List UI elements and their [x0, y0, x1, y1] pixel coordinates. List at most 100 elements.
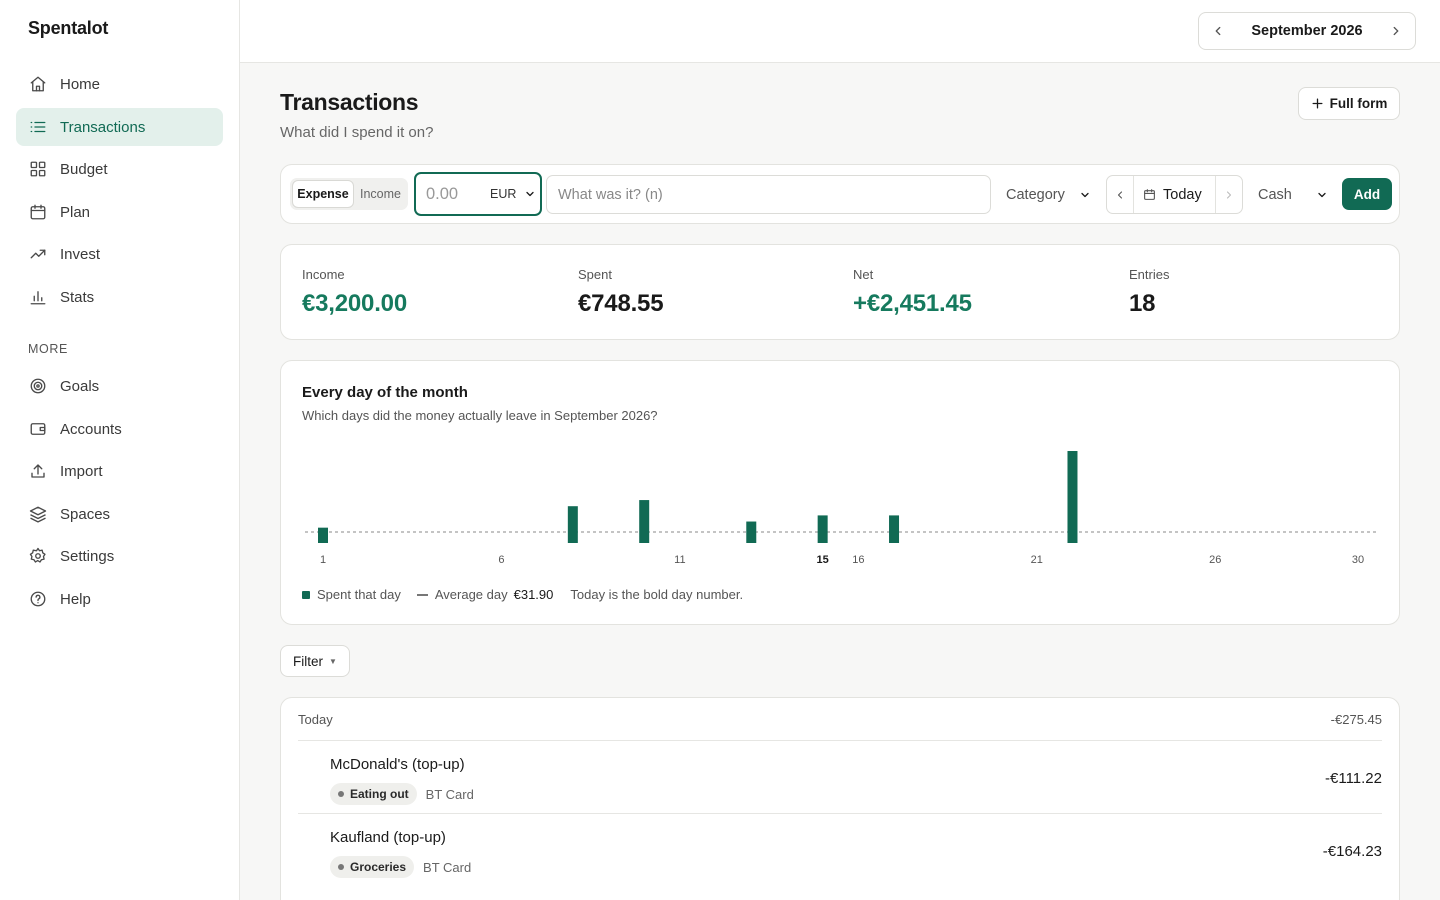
sidebar-item-goals[interactable]: Goals: [16, 367, 223, 405]
bar-day-8[interactable]: [567, 506, 578, 543]
expense-toggle[interactable]: Expense: [292, 180, 354, 208]
sidebar-item-label: Invest: [60, 245, 101, 263]
sidebar-item-label: Budget: [60, 160, 108, 178]
bar-day-22[interactable]: [1067, 451, 1078, 543]
category-dot: [338, 864, 344, 870]
transaction-amount: -€111.22: [1325, 770, 1382, 787]
sidebar-section-more: MORE: [28, 342, 68, 356]
sidebar-item-label: Home: [60, 75, 101, 93]
full-form-button[interactable]: Full form: [1298, 87, 1400, 120]
filter-button[interactable]: Filter ▼: [280, 645, 350, 677]
income-toggle[interactable]: Income: [354, 180, 407, 208]
amount-input[interactable]: 0.00: [426, 185, 490, 204]
transaction-name: McDonald's (top-up): [330, 756, 465, 773]
entries-value: 18: [1129, 290, 1156, 317]
date-group-header: Today -€275.45: [298, 698, 1382, 741]
account-label: Cash: [1258, 186, 1292, 203]
sidebar-item-invest[interactable]: Invest: [16, 235, 223, 273]
help-circle-icon: [28, 589, 48, 609]
chart-legend: Spent that day Average day €31.90 Today …: [302, 587, 743, 602]
daily-spending-chart: Every day of the month Which days did th…: [280, 360, 1400, 625]
x-tick-label: 15: [817, 554, 829, 566]
transaction-row[interactable]: Kaufland (top-up) Groceries BT Card -€16…: [298, 815, 1382, 887]
group-total: -€275.45: [1330, 711, 1382, 727]
sidebar-item-spaces[interactable]: Spaces: [16, 495, 223, 533]
chevron-down-icon: [1079, 189, 1091, 201]
sidebar-item-accounts[interactable]: Accounts: [16, 410, 223, 448]
category-tag-label: Groceries: [350, 860, 407, 874]
date-field[interactable]: Today: [1133, 176, 1216, 213]
currency-label: EUR: [490, 187, 517, 201]
current-month[interactable]: September 2026: [1251, 23, 1362, 39]
type-toggle: Expense Income: [290, 178, 408, 210]
app-logo[interactable]: Spentalot: [28, 18, 108, 39]
transaction-row[interactable]: McDonald's (top-up) Eating out BT Card -…: [298, 742, 1382, 814]
bar-day-10[interactable]: [639, 500, 650, 543]
income-value: €3,200.00: [302, 290, 407, 317]
summary-card: Income €3,200.00 Spent €748.55 Net +€2,4…: [280, 244, 1400, 340]
income-label: Income: [302, 267, 345, 282]
spent-stat: Spent €748.55: [578, 267, 664, 318]
legend-average-label: Average day: [434, 587, 508, 602]
chevron-left-icon[interactable]: [1209, 22, 1227, 40]
trending-up-icon: [28, 244, 48, 264]
legend-average-value: €31.90: [513, 587, 554, 602]
chevron-right-icon[interactable]: [1216, 176, 1242, 213]
target-icon: [28, 376, 48, 396]
net-label: Net: [853, 267, 874, 282]
group-label: Today: [298, 711, 333, 727]
transaction-meta: Eating out BT Card: [330, 783, 474, 805]
sidebar-item-label: Import: [60, 462, 103, 480]
entries-label: Entries: [1129, 267, 1170, 282]
sidebar-item-label: Settings: [60, 547, 115, 565]
bar-day-13[interactable]: [746, 521, 757, 543]
legend-swatch-average: [416, 593, 428, 596]
transaction-meta: Groceries BT Card: [330, 856, 471, 878]
sidebar-item-label: Help: [60, 590, 91, 608]
calendar-icon: [1143, 188, 1156, 201]
chevron-down-icon: [524, 188, 536, 200]
sidebar-item-settings[interactable]: Settings: [16, 537, 223, 575]
date-picker: Today: [1106, 175, 1243, 214]
account-select[interactable]: Cash: [1248, 175, 1338, 214]
add-button[interactable]: Add: [1342, 178, 1392, 210]
chevron-left-icon[interactable]: [1107, 176, 1133, 213]
sidebar-item-plan[interactable]: Plan: [16, 193, 223, 231]
category-tag[interactable]: Groceries: [330, 856, 415, 878]
category-tag[interactable]: Eating out: [330, 783, 417, 805]
amount-field[interactable]: 0.00 EUR: [414, 172, 542, 216]
sidebar-item-home[interactable]: Home: [16, 65, 223, 103]
page-title: Transactions: [280, 89, 419, 115]
list-icon: [28, 117, 48, 137]
chevron-right-icon[interactable]: [1387, 22, 1405, 40]
bar-day-15[interactable]: [817, 515, 828, 543]
sidebar-item-label: Goals: [60, 377, 100, 395]
wallet-icon: [28, 419, 48, 439]
x-tick-label: 6: [498, 554, 504, 566]
x-tick-label: 30: [1352, 554, 1364, 566]
income-stat: Income €3,200.00: [302, 267, 407, 318]
category-dot: [338, 791, 344, 797]
bar-day-17[interactable]: [889, 515, 900, 543]
month-picker: September 2026: [1198, 12, 1416, 50]
currency-select[interactable]: EUR: [490, 187, 536, 201]
caret-down-icon: ▼: [329, 656, 337, 666]
bar-day-1[interactable]: [318, 527, 328, 543]
x-tick-label: 21: [1031, 554, 1043, 566]
sidebar-item-budget[interactable]: Budget: [16, 150, 223, 188]
date-label: Today: [1163, 186, 1202, 203]
spent-label: Spent: [578, 267, 612, 282]
gear-icon: [28, 546, 48, 566]
transaction-name: Kaufland (top-up): [330, 829, 446, 846]
sidebar-item-transactions[interactable]: Transactions: [16, 108, 223, 146]
x-tick-label: 26: [1209, 554, 1221, 566]
description-input[interactable]: What was it? (n): [546, 175, 991, 214]
sidebar-item-stats[interactable]: Stats: [16, 278, 223, 316]
sidebar-item-import[interactable]: Import: [16, 452, 223, 490]
chevron-down-icon: [1316, 189, 1328, 201]
sidebar: Spentalot Home Transactions Budget Plan …: [0, 0, 240, 900]
category-select[interactable]: Category: [996, 175, 1101, 214]
calendar-icon: [28, 202, 48, 222]
sidebar-item-help[interactable]: Help: [16, 580, 223, 618]
spent-value: €748.55: [578, 290, 664, 317]
